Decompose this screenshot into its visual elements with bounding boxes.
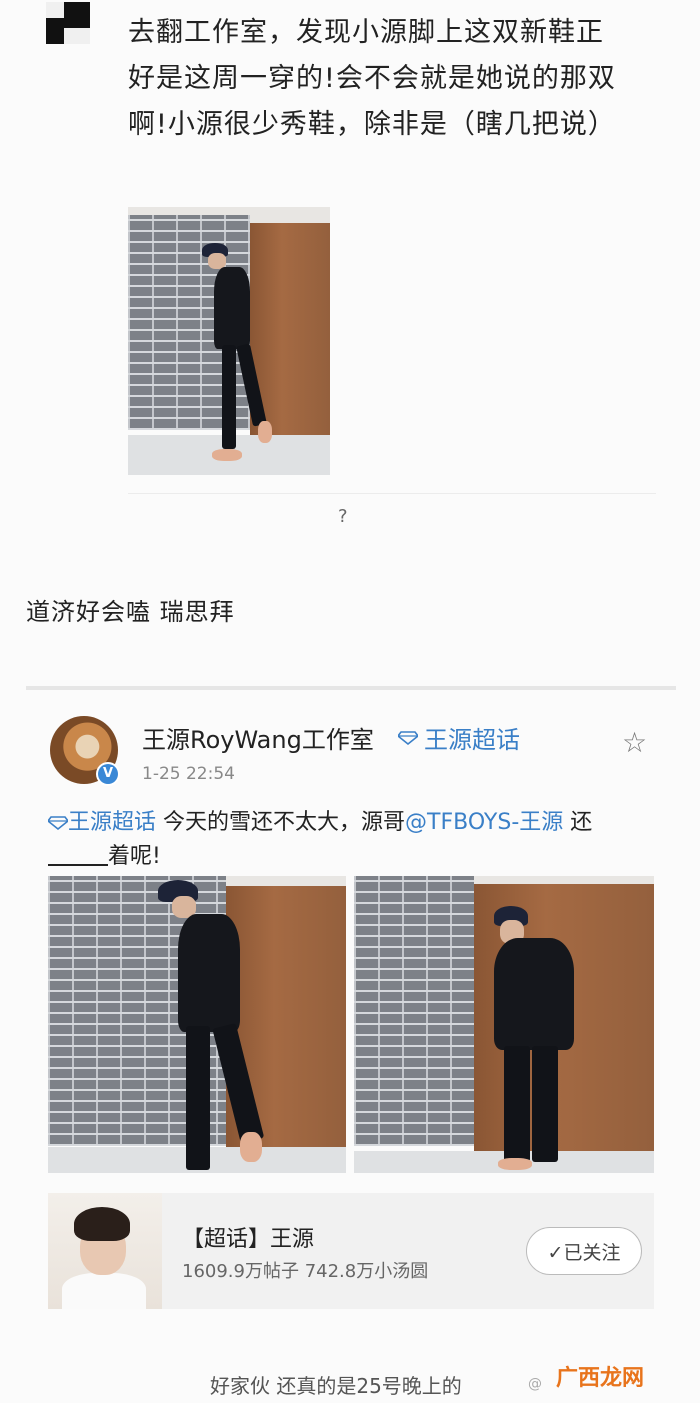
- comment-text: 道济好会嗑 瑞思拜: [26, 598, 235, 626]
- watermark-at: @: [528, 1376, 542, 1392]
- diamond-icon: [398, 730, 418, 745]
- unknown-glyph: ?: [338, 506, 348, 527]
- watermark-logo: 广西龙网: [556, 1366, 645, 1391]
- section-separator: [26, 686, 676, 690]
- author-name[interactable]: 王源RoyWang工作室: [142, 720, 374, 755]
- supertopic-link[interactable]: 王源超话: [398, 720, 520, 755]
- post-text: 去翻工作室，发现小源脚上这双新鞋正好是这周一穿的!会不会就是她说的那双啊!小源很…: [128, 17, 616, 140]
- card-post-text: 王源超话 今天的雪还不太大，源哥@TFBOYS-王源 还着呢!: [46, 806, 658, 874]
- card-photo-1[interactable]: [48, 876, 346, 1173]
- supertopic-card[interactable]: 【超话】王源 1609.9万帖子 742.8万小汤圆 ✓已关注: [48, 1193, 654, 1309]
- caption-text: 好家伙 还真的是25号晚上的: [210, 1374, 462, 1398]
- card-photo-2[interactable]: [354, 876, 654, 1173]
- mention-link[interactable]: @TFBOYS-王源: [405, 810, 563, 835]
- supertopic-stats: 1609.9万帖子 742.8万小汤圆: [182, 1261, 429, 1282]
- favorite-star-icon[interactable]: ☆: [622, 726, 647, 759]
- poster-avatar[interactable]: [46, 2, 90, 44]
- post-timestamp: 1-25 22:54: [142, 764, 235, 784]
- supertopic-thumbnail: [48, 1193, 162, 1309]
- followed-button[interactable]: ✓已关注: [526, 1227, 642, 1275]
- verified-badge-icon: V: [96, 762, 120, 786]
- post-photo[interactable]: [128, 207, 330, 475]
- fill-blank: [48, 848, 108, 866]
- topic-hashtag-link[interactable]: 王源超话: [46, 810, 156, 835]
- supertopic-title: 【超话】王源: [182, 1227, 315, 1252]
- supertopic-label: 王源超话: [424, 726, 520, 754]
- divider: [128, 493, 656, 494]
